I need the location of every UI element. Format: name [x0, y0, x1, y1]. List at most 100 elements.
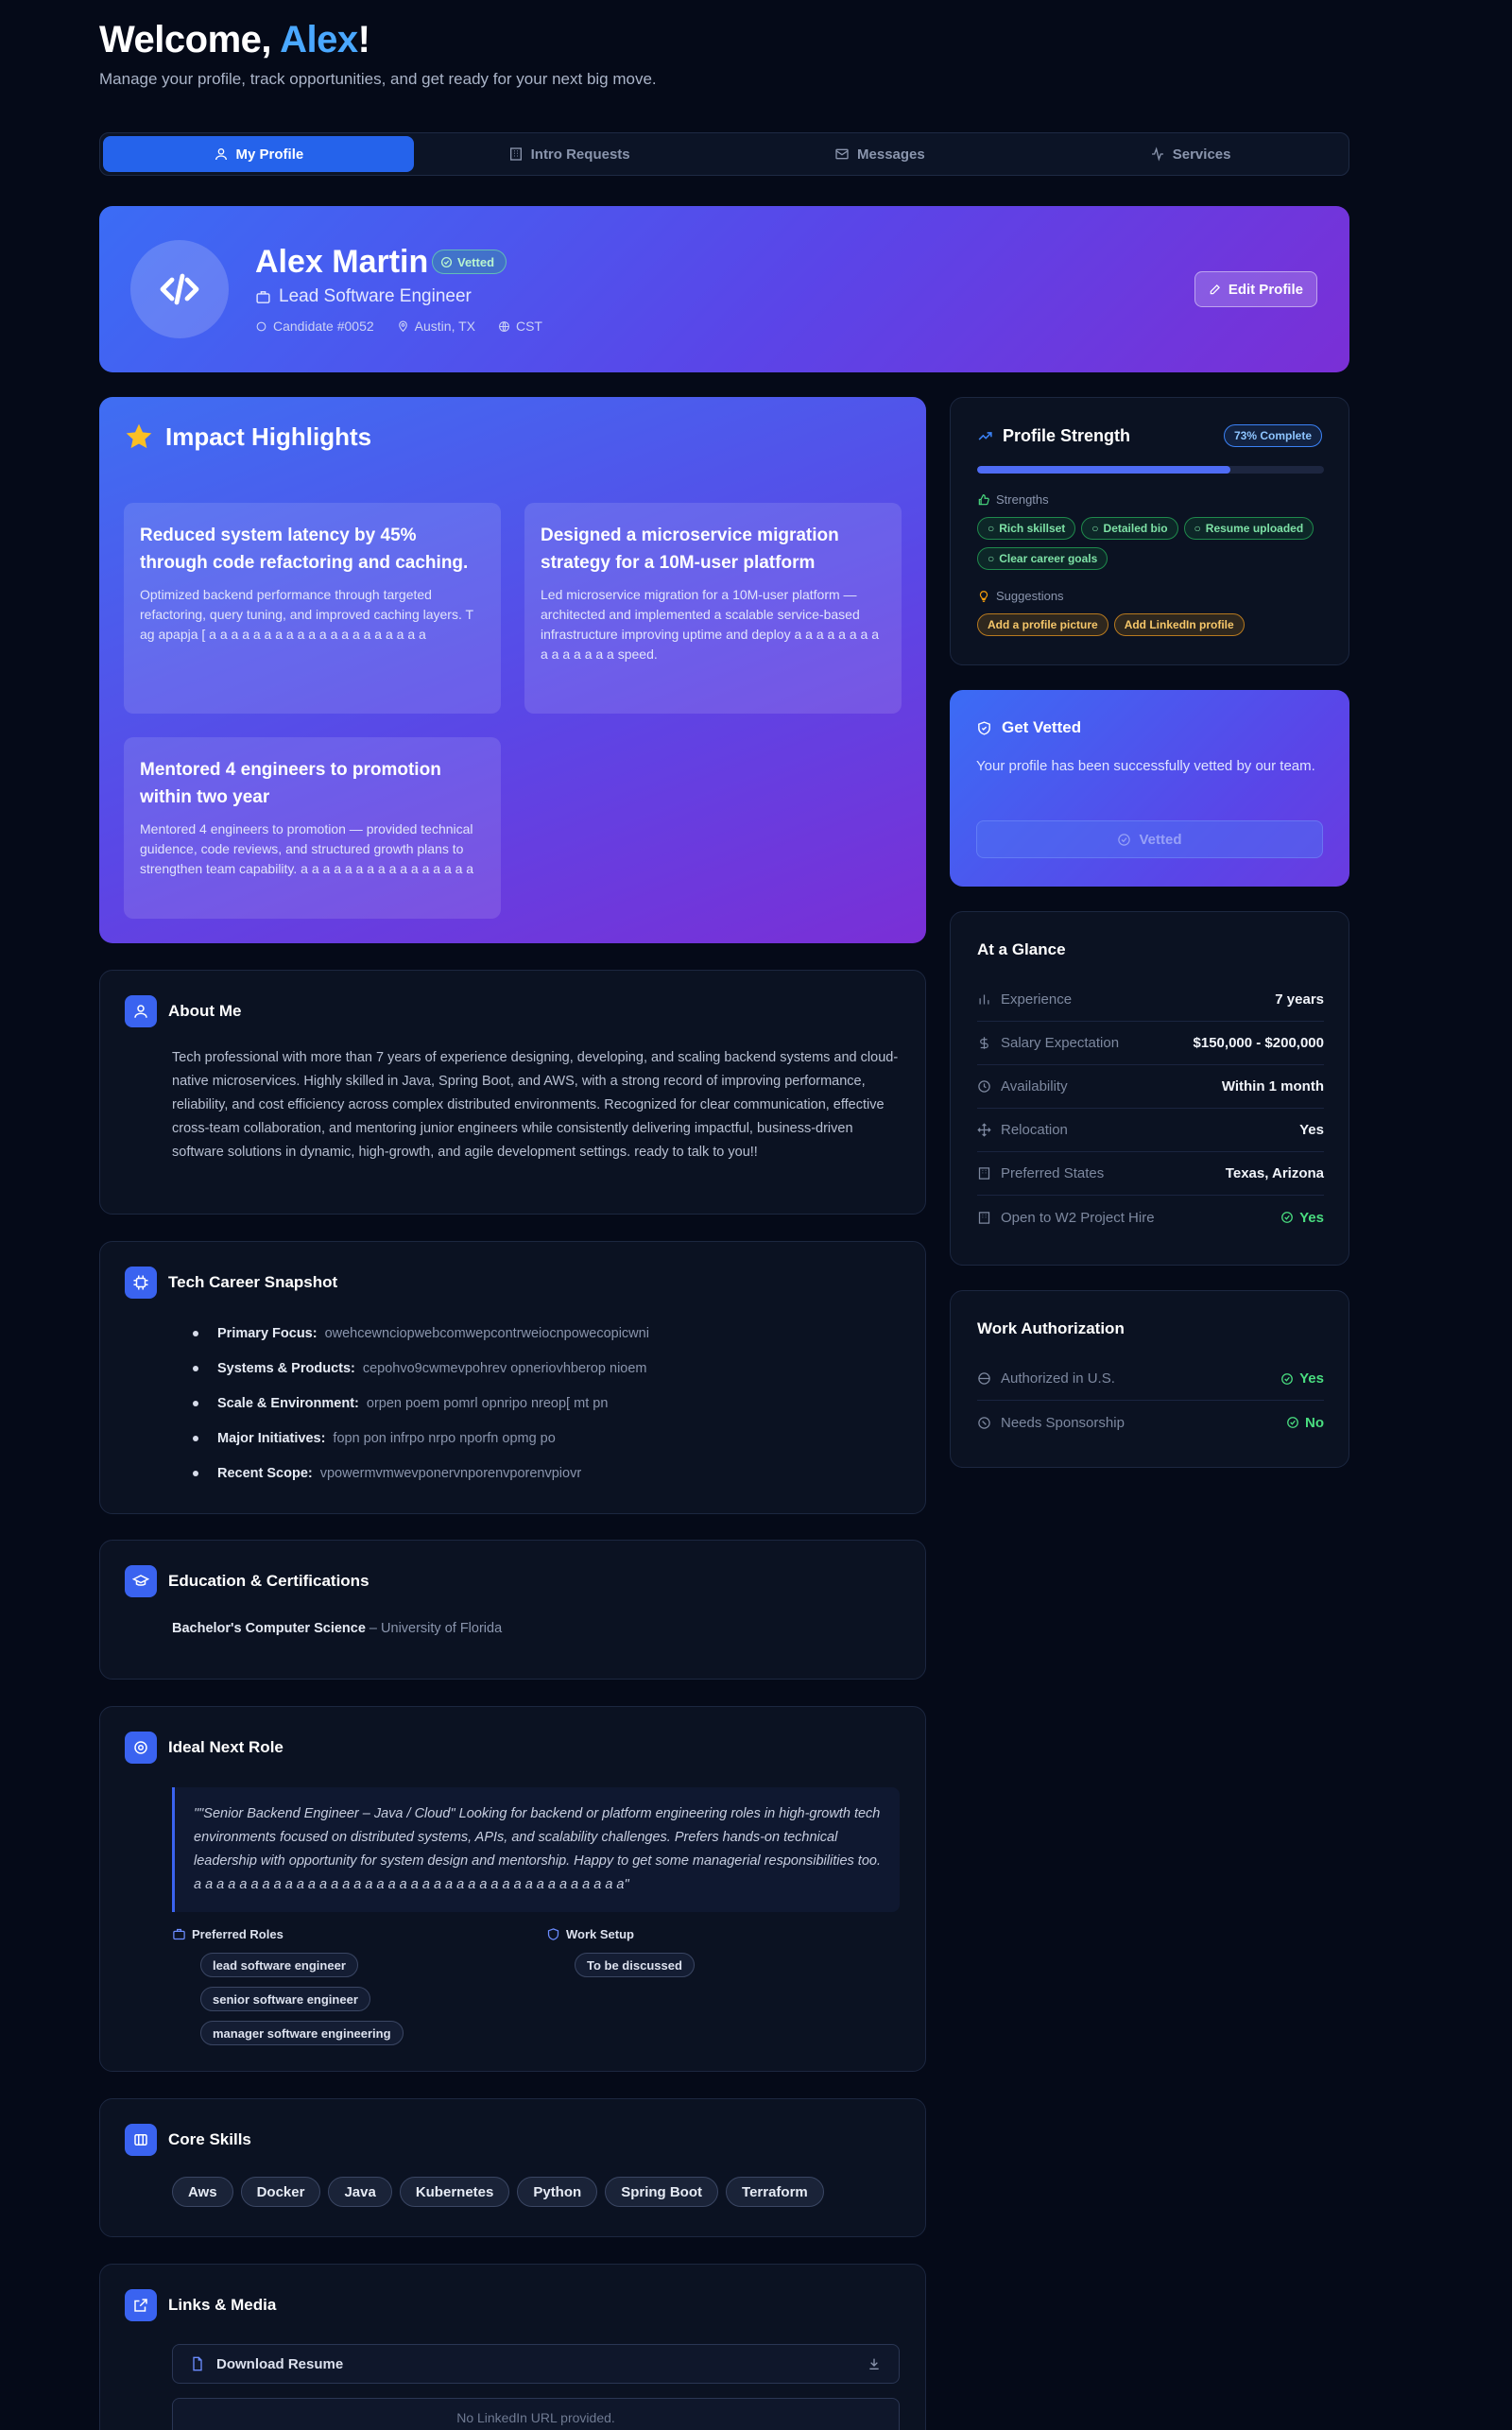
download-resume-button[interactable]: Download Resume — [172, 2344, 900, 2384]
career-snapshot-card: Tech Career Snapshot Primary Focus: owehc… — [99, 1241, 926, 1514]
move-icon — [977, 1123, 991, 1137]
skill-tag: Aws — [172, 2177, 233, 2207]
chart-icon — [979, 994, 989, 1005]
tab-my-profile[interactable]: My Profile — [103, 136, 414, 172]
strengths-label: Strengths — [977, 492, 1049, 507]
impact-title: Impact Highlights — [124, 422, 371, 452]
suggestions-list: Add a profile picture Add LinkedIn profil… — [977, 613, 1336, 644]
briefcase-icon — [173, 1928, 185, 1940]
skill-tag: Java — [328, 2177, 392, 2207]
user-icon — [134, 1005, 147, 1018]
graduation-cap-icon — [132, 1575, 149, 1586]
ideal-next-role-title: Ideal Next Role — [125, 1732, 284, 1764]
strength-chip: ○ Rich skillset — [977, 517, 1076, 540]
globe-icon — [978, 1372, 990, 1385]
role-pill: senior software engineer — [200, 1987, 370, 2011]
glance-row: Salary Expectation $150,000 - $200,000 — [977, 1022, 1324, 1065]
at-a-glance-title: At a Glance — [977, 940, 1066, 958]
profile-strength-progress — [977, 466, 1324, 474]
highlight-card: Mentored 4 engineers to promotion within… — [124, 737, 501, 919]
tab-intro-requests[interactable]: Intro Requests — [414, 136, 725, 172]
about-me-card: About Me Tech professional with more tha… — [99, 970, 926, 1215]
suggestions-label: Suggestions — [977, 589, 1064, 603]
code-icon — [160, 273, 199, 305]
list-item: Systems & Products: cepohvo9cwmevpohrev o… — [193, 1351, 902, 1386]
work-auth-list: Authorized in U.S. Yes Needs Sponsorship N… — [977, 1357, 1324, 1444]
profile-header: Alex Martin Vetted Lead Software Enginee… — [99, 206, 1349, 372]
avatar — [130, 240, 229, 338]
cpu-icon — [133, 1275, 148, 1290]
activity-icon — [1151, 146, 1163, 162]
building-icon — [978, 1167, 990, 1180]
role-pill: lead software engineer — [200, 1953, 358, 1977]
snapshot-list: Primary Focus: owehcewnciopwebcomwepcontr… — [193, 1316, 902, 1491]
work-authorization-title: Work Authorization — [977, 1319, 1125, 1337]
profile-meta: Candidate #0052 Austin, TX CST — [255, 319, 542, 334]
building-icon — [509, 147, 522, 161]
skill-tag: Kubernetes — [399, 2177, 510, 2207]
skills-list: Aws Docker Java Kubernetes Python Spring Boot… — [172, 2177, 832, 2207]
work-authorization-card: Work Authorization Authorized in U.S. Yes… — [950, 1290, 1349, 1468]
profile-name: Alex Martin — [255, 244, 429, 280]
at-a-glance-card: At a Glance Experience 7 years Salary Exp… — [950, 911, 1349, 1266]
check-circle-icon — [1281, 1372, 1294, 1385]
mail-icon — [835, 148, 849, 160]
education-card: Education & Certifications Bachelor's Co… — [99, 1540, 926, 1680]
passport-icon — [978, 1416, 990, 1429]
preferred-roles-label: Preferred Roles — [172, 1927, 284, 1941]
globe-icon — [499, 320, 509, 332]
get-vetted-card: Get Vetted Your profile has been success… — [950, 690, 1349, 887]
list-item: Primary Focus: owehcewnciopwebcomwepcontr… — [193, 1316, 902, 1351]
tab-services[interactable]: Services — [1035, 136, 1346, 172]
strengths-list: ○ Rich skillset ○ Detailed bio ○ Resume uploa… — [977, 517, 1336, 577]
strength-chip: ○ Detailed bio — [1081, 517, 1178, 540]
thumbs-up-icon — [978, 493, 989, 505]
location: Austin, TX — [414, 319, 475, 334]
ideal-next-role-card: Ideal Next Role ""Senior Backend Enginee… — [99, 1706, 926, 2072]
highlight-card: Reduced system latency by 45% through co… — [124, 503, 501, 714]
completion-badge: 73% Complete — [1223, 424, 1322, 447]
preferred-roles-list: lead software engineer senior software e… — [200, 1953, 404, 2045]
ideal-role-quote: ""Senior Backend Engineer – Java / Cloud… — [172, 1787, 900, 1912]
edit-profile-button[interactable]: Edit Profile — [1194, 271, 1317, 307]
get-vetted-title: Get Vetted — [976, 718, 1081, 737]
star-icon — [126, 423, 152, 449]
profile-role: Lead Software Engineer — [255, 286, 472, 307]
education-title: Education & Certifications — [125, 1565, 369, 1597]
links-media-title: Links & Media — [125, 2289, 276, 2321]
briefcase-icon — [256, 290, 270, 303]
id-icon — [256, 321, 266, 331]
download-icon — [869, 2358, 879, 2370]
glance-row: Experience 7 years — [977, 978, 1324, 1022]
tab-bar: My Profile Intro Requests Messages Servi… — [99, 132, 1349, 176]
glance-row: Open to W2 Project Hire Yes — [977, 1196, 1324, 1239]
impact-highlights-card: Impact Highlights Reduced system latency… — [99, 397, 926, 943]
vetted-button[interactable]: Vetted — [976, 820, 1323, 858]
work-setup-label: Work Setup — [546, 1927, 634, 1941]
trending-up-icon — [978, 432, 992, 440]
skill-tag: Spring Boot — [605, 2177, 719, 2207]
links-media-card: Links & Media Download Resume No LinkedI… — [99, 2264, 926, 2430]
check-circle-icon — [1287, 1417, 1298, 1428]
candidate-id: Candidate #0052 — [273, 319, 374, 334]
education-entry: Bachelor's Computer Science – University… — [172, 1621, 503, 1636]
dollar-icon — [980, 1037, 988, 1049]
shield-icon — [547, 1928, 559, 1940]
skill-tag: Docker — [240, 2177, 321, 2207]
strength-chip: ○ Clear career goals — [977, 547, 1108, 570]
profile-strength-card: Profile Strength 73% Complete Strengths … — [950, 397, 1349, 665]
list-item: Scale & Environment: orpen poem pomrl opn… — [193, 1386, 902, 1421]
suggestion-chip[interactable]: Add LinkedIn profile — [1113, 613, 1245, 636]
work-auth-row: Authorized in U.S. Yes — [977, 1357, 1324, 1401]
pencil-icon — [1210, 284, 1220, 295]
user-icon — [215, 148, 227, 161]
suggestion-chip[interactable]: Add a profile picture — [977, 613, 1108, 636]
list-item: Major Initiatives: fopn pon infrpo nrpo n… — [193, 1421, 902, 1456]
highlight-card: Designed a microservice migration strate… — [524, 503, 902, 714]
tab-messages[interactable]: Messages — [725, 136, 1036, 172]
work-auth-row: Needs Sponsorship No — [977, 1401, 1324, 1444]
list-item: Recent Scope: vpowermvmwevponervnporenvpo… — [193, 1456, 902, 1491]
clock-icon — [978, 1080, 990, 1093]
work-setup-pill: To be discussed — [575, 1953, 695, 1977]
glance-list: Experience 7 years Salary Expectation $150… — [977, 978, 1324, 1239]
